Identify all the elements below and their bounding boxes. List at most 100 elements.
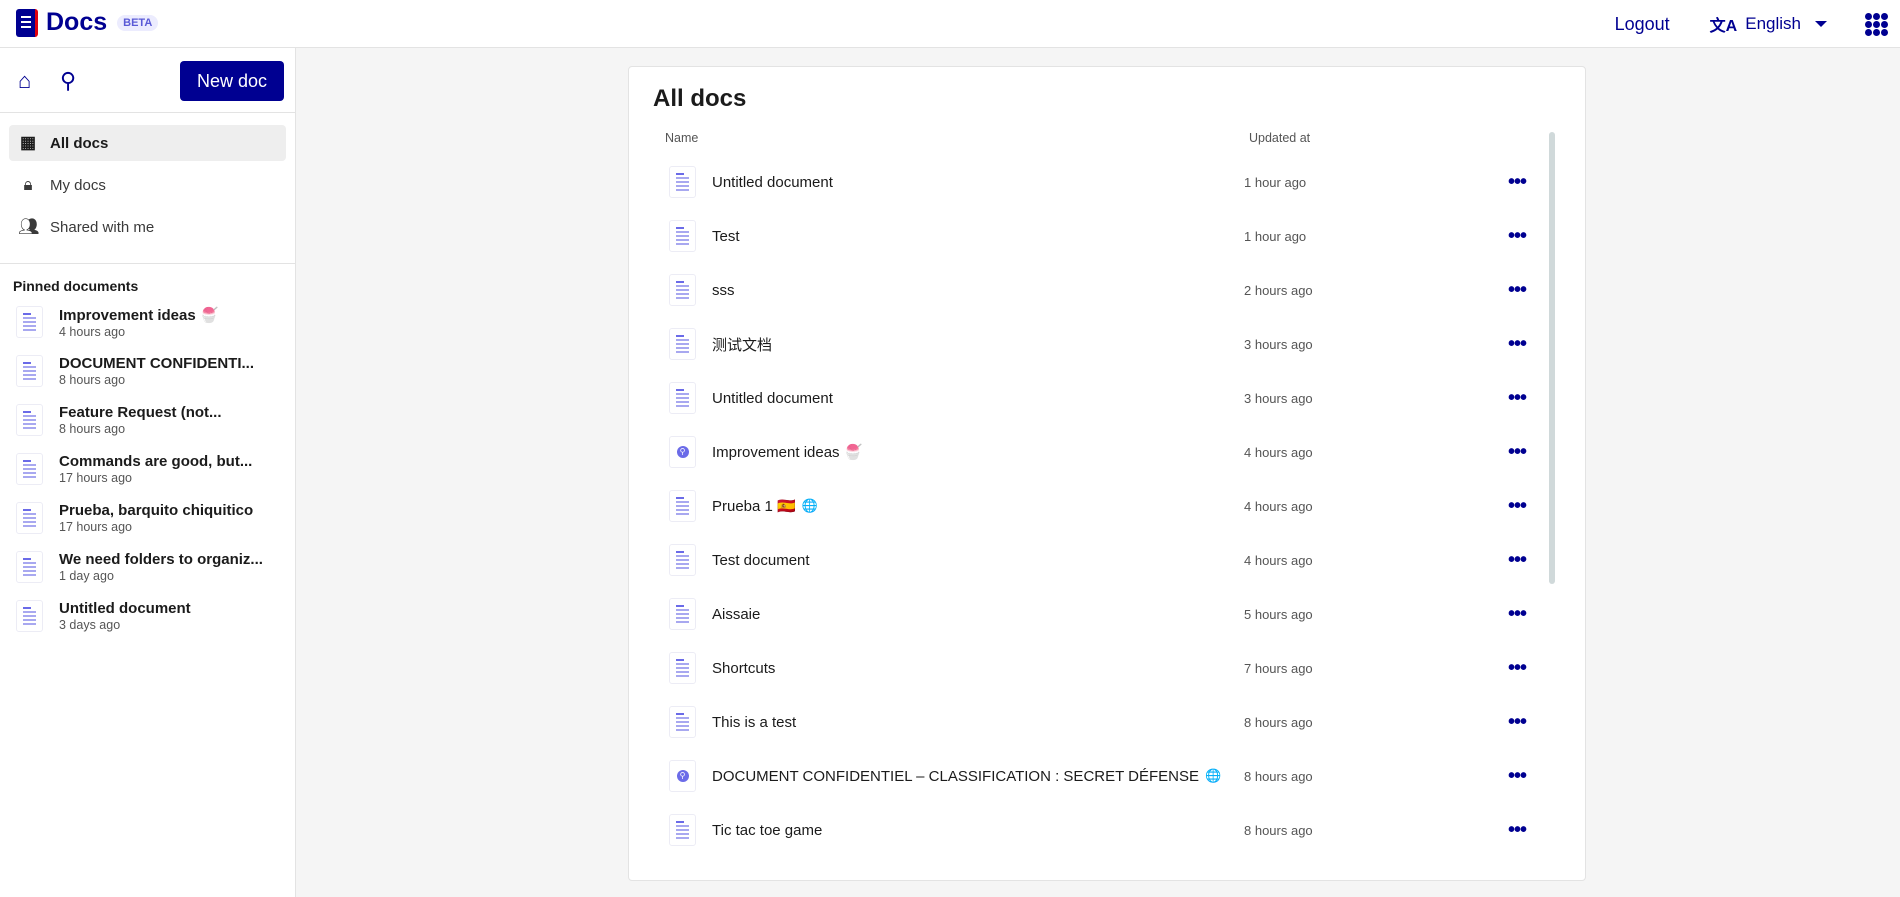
more-options-icon[interactable]: ••• bbox=[1508, 387, 1527, 410]
doc-name: Tic tac toe game bbox=[712, 821, 823, 839]
doc-name: Shortcuts bbox=[712, 659, 776, 677]
docs-logo-icon bbox=[16, 8, 38, 37]
more-options-icon[interactable]: ••• bbox=[1508, 711, 1527, 734]
public-globe-icon: 🌐 bbox=[1205, 768, 1222, 783]
doc-updated-at: 4 hours ago bbox=[1244, 498, 1313, 514]
sidebar-item-shared[interactable]: 👥︎ Shared with me bbox=[9, 209, 286, 245]
more-options-icon[interactable]: ••• bbox=[1508, 333, 1527, 356]
document-icon bbox=[669, 652, 696, 684]
pinned-doc-date: 8 hours ago bbox=[59, 422, 126, 436]
logout-link[interactable]: Logout bbox=[1615, 14, 1670, 35]
nav-label: Shared with me bbox=[50, 218, 155, 236]
table-row[interactable]: 测试文档 3 hours ago ••• bbox=[669, 317, 1549, 371]
table-row[interactable]: sss 2 hours ago ••• bbox=[669, 263, 1549, 317]
document-icon bbox=[669, 706, 696, 738]
scrollbar[interactable] bbox=[1549, 132, 1555, 584]
document-icon bbox=[669, 544, 696, 576]
more-options-icon[interactable]: ••• bbox=[1508, 279, 1527, 302]
pinned-document-item[interactable]: Feature Request (not... 8 hours ago bbox=[0, 400, 295, 449]
table-row[interactable]: Tic tac toe game 8 hours ago ••• bbox=[669, 803, 1549, 857]
document-icon bbox=[669, 220, 696, 252]
more-options-icon[interactable]: ••• bbox=[1508, 171, 1527, 194]
grid-icon: ▦ bbox=[19, 133, 37, 152]
pinned-doc-name: Feature Request (not... bbox=[59, 404, 222, 421]
pinned-doc-date: 8 hours ago bbox=[59, 373, 126, 387]
more-options-icon[interactable]: ••• bbox=[1508, 765, 1527, 788]
document-icon bbox=[669, 382, 696, 414]
table-row[interactable]: ⚲ Improvement ideas 🍧 4 hours ago ••• bbox=[669, 425, 1549, 479]
app-name: Docs bbox=[46, 8, 108, 36]
pinned-document-item[interactable]: Prueba, barquito chiquitico 17 hours ago bbox=[0, 498, 295, 547]
table-row[interactable]: Aissaie 5 hours ago ••• bbox=[669, 587, 1549, 641]
all-docs-panel: All docs Name Updated at Untitled docume… bbox=[628, 66, 1586, 881]
doc-updated-at: 8 hours ago bbox=[1244, 822, 1313, 838]
pinned-doc-name: We need folders to organiz... bbox=[59, 551, 263, 568]
doc-name: Untitled document bbox=[712, 389, 833, 407]
nav-label: All docs bbox=[50, 134, 109, 152]
more-options-icon[interactable]: ••• bbox=[1508, 549, 1527, 572]
page-title: All docs bbox=[653, 85, 747, 112]
document-icon bbox=[16, 404, 43, 436]
more-options-icon[interactable]: ••• bbox=[1508, 657, 1527, 680]
document-icon bbox=[669, 598, 696, 630]
beta-badge: BETA bbox=[117, 14, 159, 31]
pinned-doc-name: Commands are good, but... bbox=[59, 453, 253, 470]
doc-name: Improvement ideas 🍧 bbox=[712, 444, 863, 461]
pinned-doc-date: 3 days ago bbox=[59, 618, 121, 632]
more-options-icon[interactable]: ••• bbox=[1508, 441, 1527, 464]
more-options-icon[interactable]: ••• bbox=[1508, 603, 1527, 626]
language-selector[interactable]: 文A English bbox=[1710, 12, 1827, 36]
nav-label: My docs bbox=[50, 176, 106, 194]
pinned-document-item[interactable]: DOCUMENT CONFIDENTI... 8 hours ago bbox=[0, 351, 295, 400]
new-doc-button[interactable]: New doc bbox=[180, 61, 284, 101]
chevron-down-icon bbox=[1815, 21, 1827, 27]
pinned-document-item[interactable]: Improvement ideas 🍧 4 hours ago bbox=[0, 302, 295, 351]
public-globe-icon: 🌐 bbox=[801, 498, 818, 513]
pinned-doc-date: 17 hours ago bbox=[59, 471, 132, 485]
doc-updated-at: 1 hour ago bbox=[1244, 174, 1307, 190]
column-header-name[interactable]: Name bbox=[665, 131, 698, 145]
doc-updated-at: 3 hours ago bbox=[1244, 390, 1313, 406]
translate-icon: 文A bbox=[1709, 18, 1738, 35]
top-header: Docs BETA Logout 文A English bbox=[0, 0, 1900, 48]
doc-name: Test document bbox=[712, 551, 810, 569]
table-row[interactable]: Prueba 1 🇪🇸 🌐 4 hours ago ••• bbox=[669, 479, 1549, 533]
doc-updated-at: 2 hours ago bbox=[1244, 282, 1313, 298]
pinned-doc-date: 17 hours ago bbox=[59, 520, 132, 534]
pinned-doc-date: 4 hours ago bbox=[59, 325, 126, 339]
table-row[interactable]: Test document 4 hours ago ••• bbox=[669, 533, 1549, 587]
docs-logo[interactable]: Docs BETA bbox=[16, 8, 159, 37]
sidebar-item-my-docs[interactable]: 🔒︎ My docs bbox=[9, 167, 286, 203]
pinned-document-item[interactable]: Commands are good, but... 17 hours ago bbox=[0, 449, 295, 498]
document-icon bbox=[16, 551, 43, 583]
lock-icon: 🔒︎ bbox=[23, 175, 33, 194]
search-icon[interactable]: ⚲ bbox=[60, 68, 76, 94]
pinned-doc-name: Untitled document bbox=[59, 600, 191, 617]
document-icon bbox=[16, 453, 43, 485]
more-options-icon[interactable]: ••• bbox=[1508, 495, 1527, 518]
pinned-doc-name: Prueba, barquito chiquitico bbox=[59, 502, 254, 519]
document-icon bbox=[669, 166, 696, 198]
table-row[interactable]: Untitled document 1 hour ago ••• bbox=[669, 155, 1549, 209]
table-row[interactable]: Test 1 hour ago ••• bbox=[669, 209, 1549, 263]
sidebar-item-all-docs[interactable]: ▦ All docs bbox=[9, 125, 286, 161]
column-header-updated[interactable]: Updated at bbox=[1249, 131, 1310, 145]
pinned-document-icon: ⚲ bbox=[669, 436, 696, 468]
home-icon[interactable]: ⌂ bbox=[18, 68, 31, 94]
pinned-document-item[interactable]: Untitled document 3 days ago bbox=[0, 596, 295, 645]
document-icon bbox=[16, 600, 43, 632]
apps-menu-icon[interactable] bbox=[1865, 12, 1888, 36]
table-row[interactable]: Shortcuts 7 hours ago ••• bbox=[669, 641, 1549, 695]
table-row[interactable]: This is a test 8 hours ago ••• bbox=[669, 695, 1549, 749]
table-row[interactable]: Untitled document 3 hours ago ••• bbox=[669, 371, 1549, 425]
doc-name: Prueba 1 🇪🇸 bbox=[712, 498, 796, 515]
more-options-icon[interactable]: ••• bbox=[1508, 225, 1527, 248]
document-icon bbox=[669, 274, 696, 306]
more-options-icon[interactable]: ••• bbox=[1508, 819, 1527, 842]
document-icon bbox=[669, 328, 696, 360]
people-icon: 👥︎ bbox=[18, 217, 40, 236]
doc-updated-at: 8 hours ago bbox=[1244, 714, 1313, 730]
pinned-document-item[interactable]: We need folders to organiz... 1 day ago bbox=[0, 547, 295, 596]
table-row[interactable]: ⚲ DOCUMENT CONFIDENTIEL – CLASSIFICATION … bbox=[669, 749, 1549, 803]
sidebar: ⌂ ⚲ New doc ▦ All docs 🔒︎ My docs 👥︎ Shared… bbox=[0, 48, 296, 897]
